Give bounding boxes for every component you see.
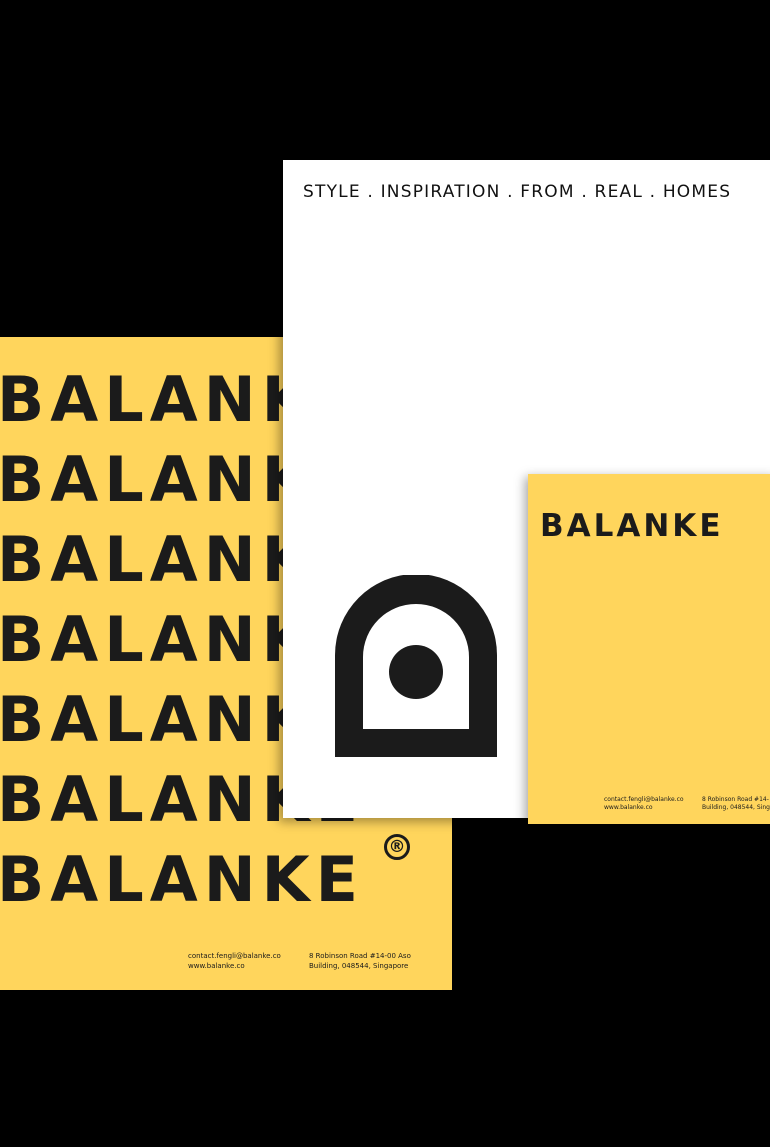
card-address-line-2: Building, 048544, Singa	[702, 804, 770, 811]
address-line-1: 8 Robinson Road #14-00 Aso	[309, 952, 411, 960]
card-contact-block: contact.fengli@balanke.co www.balanke.co	[604, 796, 684, 812]
card-contact-email: contact.fengli@balanke.co	[604, 796, 684, 803]
card-address-block: 8 Robinson Road #14- Building, 048544, S…	[702, 796, 770, 812]
contact-website: www.balanke.co	[188, 962, 245, 970]
card-wordmark: BALANKE	[540, 508, 724, 544]
card-contact-website: www.balanke.co	[604, 804, 653, 811]
contact-email: contact.fengli@balanke.co	[188, 952, 281, 960]
contact-block: contact.fengli@balanke.co www.balanke.co	[188, 951, 281, 971]
address-line-2: Building, 048544, Singapore	[309, 962, 409, 970]
brand-wordmark-7: BALANKE	[0, 843, 365, 916]
arch-with-dot-icon	[335, 575, 497, 757]
address-block: 8 Robinson Road #14-00 Aso Building, 048…	[309, 951, 411, 971]
registered-mark-icon: ®	[384, 834, 410, 860]
tagline: STYLE . INSPIRATION . FROM . REAL . HOME…	[303, 182, 732, 202]
yellow-business-card: BALANKE contact.fengli@balanke.co www.ba…	[528, 474, 770, 824]
card-address-line-1: 8 Robinson Road #14-	[702, 796, 769, 803]
